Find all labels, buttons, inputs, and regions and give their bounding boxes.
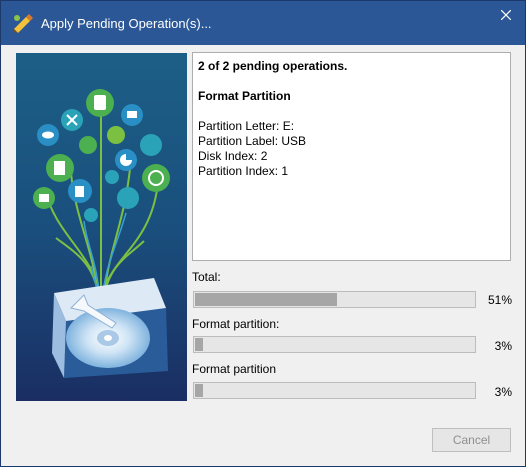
title-bar[interactable]: Apply Pending Operation(s)... — [1, 1, 525, 45]
app-icon — [13, 14, 33, 33]
step-progress-percent: 3% — [494, 385, 512, 399]
partition-letter: Partition Letter: E: — [198, 119, 295, 133]
format-progress-fill — [195, 338, 204, 351]
partition-label: Partition Label: USB — [198, 134, 307, 148]
step-progress-fill — [195, 384, 204, 397]
format-progress-bar — [193, 336, 476, 353]
total-progress-label: Total: — [192, 270, 221, 284]
apply-operations-dialog: Apply Pending Operation(s)... 2 of 2 pen… — [0, 0, 526, 467]
format-progress-label: Format partition: — [192, 317, 280, 331]
cancel-button[interactable]: Cancel — [432, 428, 511, 452]
partition-index: Partition Index: 1 — [198, 164, 289, 178]
close-icon — [501, 10, 511, 20]
dialog-content: 2 of 2 pending operations. Format Partit… — [2, 45, 524, 465]
total-progress-bar — [193, 291, 476, 308]
operation-name: Format Partition — [198, 89, 291, 103]
operation-summary: 2 of 2 pending operations. — [198, 59, 348, 73]
format-progress-percent: 3% — [494, 339, 512, 353]
step-progress-bar — [193, 382, 476, 399]
total-progress-percent: 51% — [487, 293, 512, 307]
illustration-image — [16, 53, 187, 401]
close-button[interactable] — [487, 1, 525, 29]
total-progress-fill — [195, 293, 338, 306]
disk-index: Disk Index: 2 — [198, 149, 268, 163]
window-title: Apply Pending Operation(s)... — [41, 16, 212, 31]
operation-details-panel: 2 of 2 pending operations. Format Partit… — [192, 52, 511, 261]
step-progress-label: Format partition — [192, 362, 277, 376]
